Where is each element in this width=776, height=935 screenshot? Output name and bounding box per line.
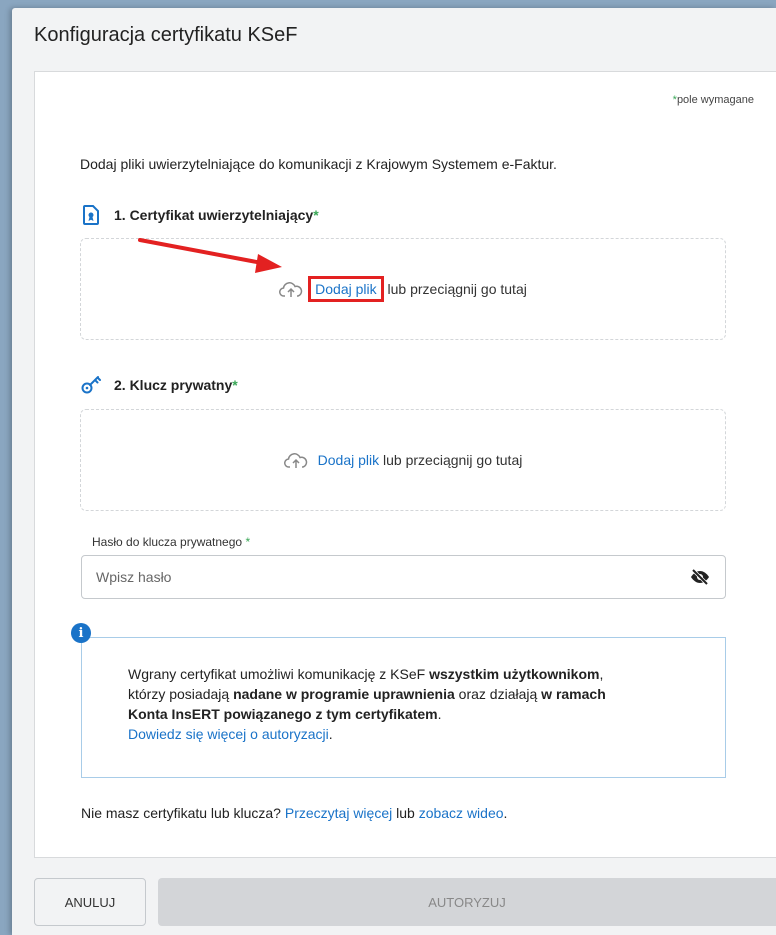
footer-note-text: .	[503, 805, 508, 821]
section-certificate-heading: 1. Certyfikat uwierzytelniający *	[80, 204, 319, 226]
info-text-part: oraz działają	[454, 686, 542, 702]
intro-text: Dodaj pliki uwierzytelniające do komunik…	[80, 156, 557, 172]
certificate-dropzone[interactable]: Dodaj plik lub przeciągnij go tutaj	[80, 238, 726, 340]
dialog-content: *pole wymagane Dodaj pliki uwierzytelnia…	[34, 71, 776, 858]
info-text-part: .	[437, 706, 442, 722]
add-file-link[interactable]: Dodaj plik	[318, 452, 379, 468]
info-text-bold: Konta InsERT powiązanego z tym certyfika…	[128, 706, 438, 722]
cloud-upload-icon	[279, 280, 303, 298]
dropzone-text: lub przeciągnij go tutaj	[383, 452, 523, 468]
key-dropzone[interactable]: Dodaj plik lub przeciągnij go tutaj	[80, 409, 726, 511]
watch-video-link[interactable]: zobacz wideo	[419, 805, 504, 821]
required-star: *	[245, 535, 251, 549]
footer-note-text: lub	[392, 805, 419, 821]
required-star: *	[232, 377, 238, 393]
footer-note-text: Nie masz certyfikatu lub klucza?	[81, 805, 285, 821]
section-certificate-label: 1. Certyfikat uwierzytelniający	[114, 207, 314, 223]
required-note: *pole wymagane	[673, 94, 754, 106]
section-key-heading: 2. Klucz prywatny *	[80, 374, 238, 396]
info-text-part: ,	[599, 666, 604, 682]
footer-note: Nie masz certyfikatu lub klucza? Przeczy…	[81, 805, 507, 821]
info-text: Wgrany certyfikat umożliwi komunikację z…	[128, 664, 708, 744]
authorize-button[interactable]: AUTORYZUJ	[158, 878, 776, 926]
dropzone-text: lub przeciągnij go tutaj	[387, 281, 527, 297]
section-key-label: 2. Klucz prywatny	[114, 377, 233, 393]
info-icon: i	[71, 623, 91, 643]
dialog-title: Konfiguracja certyfikatu KSeF	[34, 24, 298, 46]
info-text-bold: wszystkim użytkownikom	[429, 666, 600, 682]
info-text-bold: w ramach	[541, 686, 606, 702]
add-file-link[interactable]: Dodaj plik	[308, 276, 384, 302]
eye-slash-icon[interactable]	[689, 566, 711, 588]
info-box: Wgrany certyfikat umożliwi komunikację z…	[81, 637, 726, 778]
required-star: *	[313, 207, 319, 223]
password-label-text: Hasło do klucza prywatnego	[92, 535, 243, 549]
key-icon	[80, 374, 102, 396]
info-text-part: którzy posiadają	[128, 686, 234, 702]
learn-more-link[interactable]: Dowiedz się więcej o autoryzacji	[128, 726, 329, 742]
info-text-part: Wgrany certyfikat umożliwi komunikację z…	[128, 666, 430, 682]
password-field[interactable]	[81, 555, 726, 599]
read-more-link[interactable]: Przeczytaj więcej	[285, 805, 392, 821]
required-note-text: pole wymagane	[676, 94, 754, 106]
dialog: Konfiguracja certyfikatu KSeF *pole wyma…	[12, 8, 776, 935]
certificate-file-icon	[80, 204, 102, 226]
password-label: Hasło do klucza prywatnego *	[92, 535, 250, 549]
info-text-bold: nadane w programie uprawnienia	[233, 686, 455, 702]
info-text-part: .	[328, 726, 333, 742]
cancel-button[interactable]: ANULUJ	[34, 878, 146, 926]
password-input[interactable]	[96, 569, 689, 585]
cloud-upload-icon	[283, 451, 308, 469]
